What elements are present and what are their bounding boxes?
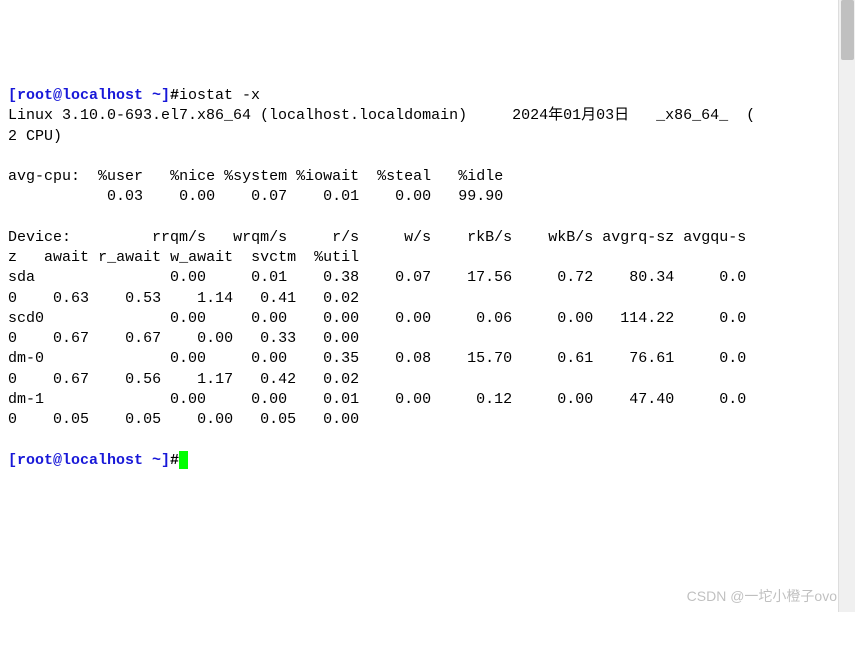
prompt-user-host: [root@localhost ~] (8, 87, 170, 104)
kernel-line: Linux 3.10.0-693.el7.x86_64 (localhost.l… (8, 107, 755, 124)
device-row-sda-l1: sda 0.00 0.01 0.38 0.07 17.56 0.72 80.34… (8, 269, 746, 286)
avg-cpu-header: avg-cpu: %user %nice %system %iowait %st… (8, 168, 503, 185)
device-row-dm0-l2: 0 0.67 0.56 1.17 0.42 0.02 (8, 371, 359, 388)
terminal-output[interactable]: [root@localhost ~]#iostat -x Linux 3.10.… (8, 86, 847, 471)
prompt2-hash: # (170, 452, 179, 469)
device-header-l2: z await r_await w_await svctm %util (8, 249, 359, 266)
command-text: iostat -x (179, 87, 260, 104)
device-row-dm1-l1: dm-1 0.00 0.00 0.01 0.00 0.12 0.00 47.40… (8, 391, 746, 408)
device-header-l1: Device: rrqm/s wrqm/s r/s w/s rkB/s wkB/… (8, 229, 746, 246)
device-row-sda-l2: 0 0.63 0.53 1.14 0.41 0.02 (8, 290, 359, 307)
device-row-scd0-l1: scd0 0.00 0.00 0.00 0.00 0.06 0.00 114.2… (8, 310, 746, 327)
scrollbar-thumb[interactable] (841, 0, 854, 60)
watermark-text: CSDN @一坨小橙子ovo (687, 587, 837, 606)
device-row-dm1-l2: 0 0.05 0.05 0.00 0.05 0.00 (8, 411, 359, 428)
prompt2-user-host: [root@localhost ~] (8, 452, 170, 469)
avg-cpu-values: 0.03 0.00 0.07 0.01 0.00 99.90 (8, 188, 503, 205)
cpu-count-line: 2 CPU) (8, 128, 62, 145)
vertical-scrollbar[interactable] (838, 0, 855, 612)
device-row-dm0-l1: dm-0 0.00 0.00 0.35 0.08 15.70 0.61 76.6… (8, 350, 746, 367)
cursor[interactable] (179, 451, 188, 469)
prompt-hash: # (170, 87, 179, 104)
device-row-scd0-l2: 0 0.67 0.67 0.00 0.33 0.00 (8, 330, 359, 347)
